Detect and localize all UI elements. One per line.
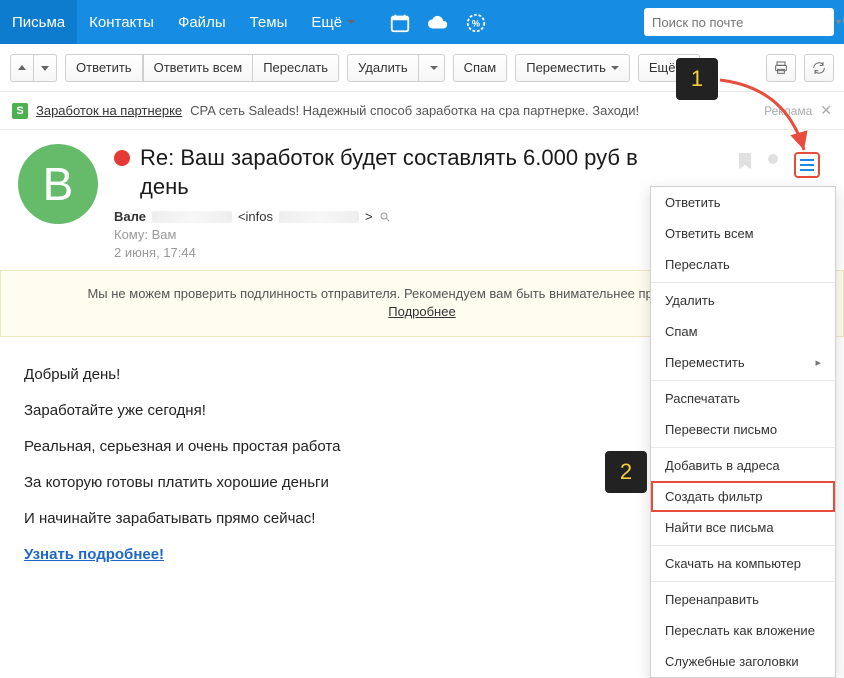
delete-button[interactable]: Удалить: [347, 54, 419, 82]
menu-item[interactable]: Распечатать: [651, 383, 835, 414]
nav-tab-mail[interactable]: Письма: [0, 0, 77, 44]
ad-link[interactable]: Заработок на партнерке: [36, 103, 182, 118]
forward-button[interactable]: Переслать: [253, 54, 339, 82]
warning-more-link[interactable]: Подробнее: [388, 304, 455, 319]
annotation-callout-2: 2: [605, 451, 647, 493]
reply-button[interactable]: Ответить: [65, 54, 143, 82]
move-button[interactable]: Переместить: [515, 54, 630, 82]
spam-button[interactable]: Спам: [453, 54, 508, 82]
menu-item[interactable]: Скачать на компьютер: [651, 548, 835, 579]
flag-dot-icon[interactable]: [766, 152, 780, 166]
menu-item[interactable]: Ответить: [651, 187, 835, 218]
calendar-icon[interactable]: 18: [389, 12, 409, 32]
mail-subject: Re: Ваш заработок будет составлять 6.000…: [140, 144, 660, 201]
menu-item[interactable]: Удалить: [651, 285, 835, 316]
discount-icon[interactable]: %: [465, 12, 485, 32]
menu-item[interactable]: Переместить: [651, 347, 835, 378]
from-email-close: >: [365, 209, 373, 224]
search-input[interactable]: [644, 15, 836, 30]
menu-item[interactable]: Найти все письма: [651, 512, 835, 543]
nav-tab-themes[interactable]: Темы: [238, 0, 300, 44]
from-name-redacted: [152, 211, 232, 223]
date-row: 2 июня, 17:44: [114, 245, 722, 260]
unread-dot-icon: [114, 150, 130, 166]
mail-menu-button[interactable]: [794, 152, 820, 178]
nav-icons: 18 %: [367, 0, 499, 44]
lookup-sender-button[interactable]: [379, 211, 391, 223]
from-row: Вале <infos >: [114, 209, 722, 224]
reply-all-button[interactable]: Ответить всем: [143, 54, 254, 82]
refresh-button[interactable]: [804, 54, 834, 82]
mail-context-menu: ОтветитьОтветить всемПереслать УдалитьСпа…: [650, 186, 836, 678]
mail-meta: Re: Ваш заработок будет составлять 6.000…: [114, 144, 722, 260]
delete-dropdown[interactable]: [419, 54, 445, 82]
menu-item[interactable]: Добавить в адреса: [651, 450, 835, 481]
ad-label: Реклама: [764, 104, 812, 118]
to-row: Кому: Вам: [114, 227, 722, 242]
menu-item[interactable]: Перевести письмо: [651, 414, 835, 445]
nav-prev-button[interactable]: [10, 54, 34, 82]
nav-next-button[interactable]: [34, 54, 57, 82]
svg-text:%: %: [472, 19, 480, 29]
top-nav: Письма Контакты Файлы Темы Ещё 18 % ▾: [0, 0, 844, 44]
menu-item[interactable]: Переслать: [651, 249, 835, 280]
search-box: ▾: [644, 8, 834, 36]
menu-item[interactable]: Переслать как вложение: [651, 615, 835, 646]
nav-tab-more[interactable]: Ещё: [299, 0, 367, 44]
print-button[interactable]: [766, 54, 796, 82]
from-email-redacted: [279, 211, 359, 223]
from-email-open: <infos: [238, 209, 273, 224]
annotation-callout-1: 1: [676, 58, 718, 100]
menu-item[interactable]: Ответить всем: [651, 218, 835, 249]
ad-close-button[interactable]: ✕: [820, 102, 832, 119]
bookmark-icon[interactable]: [738, 152, 752, 170]
svg-text:18: 18: [395, 22, 405, 31]
menu-item[interactable]: Служебные заголовки: [651, 646, 835, 677]
ad-text: CPA сеть Saleads! Надежный способ зарабо…: [190, 103, 639, 118]
nav-tab-contacts[interactable]: Контакты: [77, 0, 166, 44]
nav-tabs: Письма Контакты Файлы Темы Ещё: [0, 0, 367, 44]
nav-tab-files[interactable]: Файлы: [166, 0, 238, 44]
avatar: B: [18, 144, 98, 224]
ad-badge-icon: S: [12, 103, 28, 119]
menu-item[interactable]: Создать фильтр: [651, 481, 835, 512]
from-name: Вале: [114, 209, 146, 224]
search-wrap: ▾: [634, 0, 844, 44]
menu-item[interactable]: Перенаправить: [651, 584, 835, 615]
menu-item[interactable]: Спам: [651, 316, 835, 347]
cloud-icon[interactable]: [427, 12, 447, 32]
